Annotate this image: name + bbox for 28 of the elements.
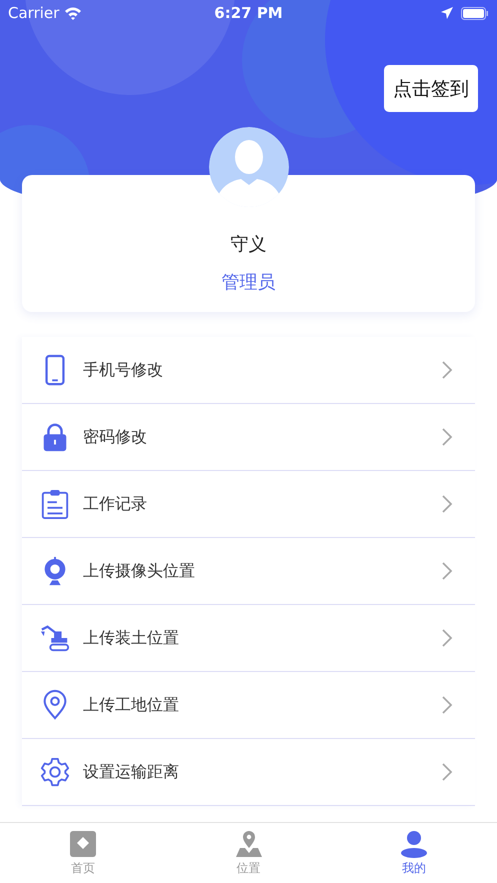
chevron-right-icon [441, 494, 453, 514]
clipboard-icon [40, 488, 70, 520]
menu-item[interactable]: 手机号修改 [22, 337, 475, 404]
chevron-right-icon [441, 628, 453, 648]
wifi-icon [64, 6, 82, 20]
carrier-label: Carrier [8, 4, 60, 22]
status-time: 6:27 PM [214, 4, 283, 22]
bookmark-icon [68, 830, 97, 858]
sign-in-button[interactable]: 点击签到 [384, 65, 478, 112]
map-location-icon [234, 830, 262, 858]
person-icon [400, 830, 428, 858]
chevron-right-icon [441, 762, 453, 782]
battery-icon [461, 6, 490, 20]
menu-item[interactable]: 工作记录 [22, 471, 475, 538]
menu-item[interactable]: 上传装土位置 [22, 605, 475, 672]
user-role: 管理员 [222, 271, 276, 294]
user-name: 守义 [230, 233, 266, 256]
location-arrow-icon [441, 7, 454, 19]
chevron-right-icon [441, 427, 453, 447]
settings-icon [40, 756, 70, 788]
menu-item[interactable]: 密码修改 [22, 404, 475, 471]
tab-item[interactable]: 我的 [331, 823, 497, 883]
chevron-right-icon [441, 561, 453, 581]
menu-item[interactable]: 上传工地位置 [22, 672, 475, 739]
menu-item[interactable]: 设置运输距离 [22, 739, 475, 806]
chevron-right-icon [441, 360, 453, 380]
chevron-right-icon [441, 695, 453, 715]
menu-item[interactable]: 上传摄像头位置 [22, 538, 475, 605]
